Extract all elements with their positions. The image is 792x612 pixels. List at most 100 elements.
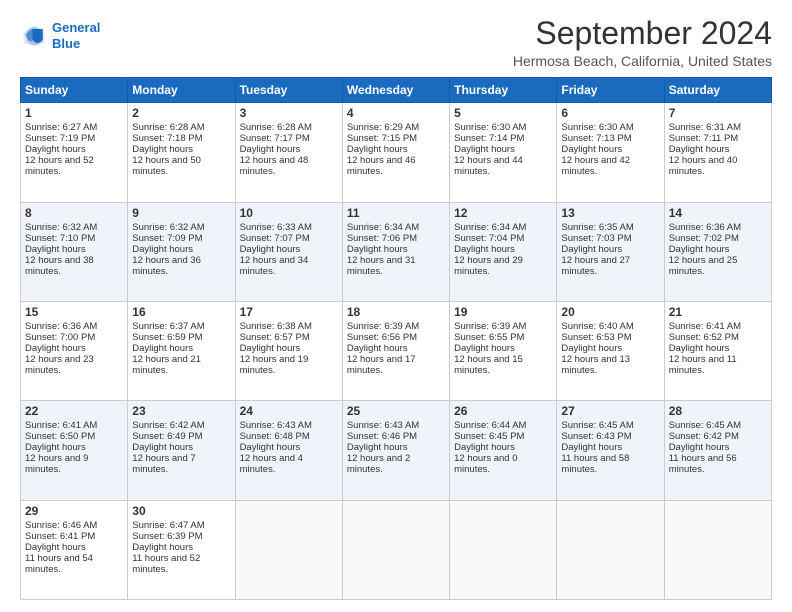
calendar-cell (342, 500, 449, 599)
calendar-cell: 26Sunrise: 6:44 AMSunset: 6:45 PMDayligh… (450, 401, 557, 500)
calendar-cell: 19Sunrise: 6:39 AMSunset: 6:55 PMDayligh… (450, 301, 557, 400)
calendar-cell (235, 500, 342, 599)
calendar-body: 1Sunrise: 6:27 AMSunset: 7:19 PMDaylight… (21, 103, 772, 600)
daylight-label: Daylight hours (240, 144, 301, 155)
day-of-week-header: Sunday (21, 78, 128, 103)
day-number: 13 (561, 206, 659, 220)
day-of-week-header: Wednesday (342, 78, 449, 103)
daylight-label: Daylight hours (347, 244, 408, 255)
day-number: 12 (454, 206, 552, 220)
sunset-text: Sunset: 6:48 PM (240, 431, 310, 442)
sunrise-text: Sunrise: 6:31 AM (669, 122, 741, 133)
title-area: September 2024 Hermosa Beach, California… (513, 16, 772, 69)
daylight-label: Daylight hours (561, 244, 622, 255)
sunrise-text: Sunrise: 6:39 AM (454, 321, 526, 332)
sunset-text: Sunset: 7:13 PM (561, 133, 631, 144)
day-number: 29 (25, 504, 123, 518)
daylight-duration: 12 hours and 27 minutes. (561, 255, 630, 277)
calendar-cell: 10Sunrise: 6:33 AMSunset: 7:07 PMDayligh… (235, 202, 342, 301)
calendar-week-row: 15Sunrise: 6:36 AMSunset: 7:00 PMDayligh… (21, 301, 772, 400)
sunset-text: Sunset: 6:43 PM (561, 431, 631, 442)
day-number: 23 (132, 404, 230, 418)
sunrise-text: Sunrise: 6:29 AM (347, 122, 419, 133)
logo-text: General Blue (52, 20, 100, 51)
daylight-duration: 12 hours and 9 minutes. (25, 453, 88, 475)
sunrise-text: Sunrise: 6:43 AM (347, 420, 419, 431)
daylight-duration: 12 hours and 42 minutes. (561, 155, 630, 177)
sunrise-text: Sunrise: 6:38 AM (240, 321, 312, 332)
sunrise-text: Sunrise: 6:30 AM (561, 122, 633, 133)
day-of-week-header: Thursday (450, 78, 557, 103)
sunrise-text: Sunrise: 6:46 AM (25, 520, 97, 531)
day-number: 18 (347, 305, 445, 319)
daylight-duration: 12 hours and 40 minutes. (669, 155, 738, 177)
daylight-duration: 12 hours and 50 minutes. (132, 155, 201, 177)
calendar-cell: 12Sunrise: 6:34 AMSunset: 7:04 PMDayligh… (450, 202, 557, 301)
day-number: 11 (347, 206, 445, 220)
calendar-week-row: 8Sunrise: 6:32 AMSunset: 7:10 PMDaylight… (21, 202, 772, 301)
daylight-duration: 12 hours and 21 minutes. (132, 354, 201, 376)
daylight-label: Daylight hours (25, 244, 86, 255)
day-number: 3 (240, 106, 338, 120)
daylight-duration: 11 hours and 56 minutes. (669, 453, 737, 475)
day-of-week-header: Friday (557, 78, 664, 103)
daylight-label: Daylight hours (132, 144, 193, 155)
calendar: SundayMondayTuesdayWednesdayThursdayFrid… (20, 77, 772, 600)
daylight-duration: 12 hours and 38 minutes. (25, 255, 94, 277)
calendar-cell: 1Sunrise: 6:27 AMSunset: 7:19 PMDaylight… (21, 103, 128, 202)
daylight-duration: 12 hours and 23 minutes. (25, 354, 94, 376)
daylight-label: Daylight hours (132, 542, 193, 553)
sunset-text: Sunset: 6:57 PM (240, 332, 310, 343)
calendar-cell: 2Sunrise: 6:28 AMSunset: 7:18 PMDaylight… (128, 103, 235, 202)
logo-icon (20, 22, 48, 50)
sunrise-text: Sunrise: 6:36 AM (669, 222, 741, 233)
sunrise-text: Sunrise: 6:33 AM (240, 222, 312, 233)
sunset-text: Sunset: 6:42 PM (669, 431, 739, 442)
sunset-text: Sunset: 6:56 PM (347, 332, 417, 343)
sunset-text: Sunset: 6:53 PM (561, 332, 631, 343)
logo: General Blue (20, 20, 100, 51)
sunrise-text: Sunrise: 6:30 AM (454, 122, 526, 133)
daylight-duration: 11 hours and 58 minutes. (561, 453, 629, 475)
daylight-label: Daylight hours (561, 144, 622, 155)
calendar-cell (450, 500, 557, 599)
daylight-duration: 12 hours and 29 minutes. (454, 255, 523, 277)
daylight-label: Daylight hours (454, 144, 515, 155)
sunrise-text: Sunrise: 6:39 AM (347, 321, 419, 332)
day-number: 7 (669, 106, 767, 120)
sunrise-text: Sunrise: 6:40 AM (561, 321, 633, 332)
sunrise-text: Sunrise: 6:47 AM (132, 520, 204, 531)
sunset-text: Sunset: 7:07 PM (240, 233, 310, 244)
sunrise-text: Sunrise: 6:45 AM (561, 420, 633, 431)
daylight-label: Daylight hours (669, 442, 730, 453)
daylight-label: Daylight hours (25, 343, 86, 354)
day-number: 20 (561, 305, 659, 319)
day-number: 9 (132, 206, 230, 220)
sunset-text: Sunset: 7:10 PM (25, 233, 95, 244)
daylight-label: Daylight hours (25, 144, 86, 155)
daylight-duration: 12 hours and 46 minutes. (347, 155, 416, 177)
daylight-label: Daylight hours (240, 343, 301, 354)
calendar-cell: 17Sunrise: 6:38 AMSunset: 6:57 PMDayligh… (235, 301, 342, 400)
daylight-duration: 11 hours and 52 minutes. (132, 553, 200, 575)
month-title: September 2024 (513, 16, 772, 51)
daylight-label: Daylight hours (454, 442, 515, 453)
daylight-label: Daylight hours (669, 244, 730, 255)
sunrise-text: Sunrise: 6:37 AM (132, 321, 204, 332)
calendar-cell: 23Sunrise: 6:42 AMSunset: 6:49 PMDayligh… (128, 401, 235, 500)
daylight-label: Daylight hours (240, 442, 301, 453)
calendar-cell: 27Sunrise: 6:45 AMSunset: 6:43 PMDayligh… (557, 401, 664, 500)
daylight-label: Daylight hours (132, 343, 193, 354)
calendar-week-row: 29Sunrise: 6:46 AMSunset: 6:41 PMDayligh… (21, 500, 772, 599)
sunrise-text: Sunrise: 6:43 AM (240, 420, 312, 431)
header: General Blue September 2024 Hermosa Beac… (20, 16, 772, 69)
calendar-cell: 28Sunrise: 6:45 AMSunset: 6:42 PMDayligh… (664, 401, 771, 500)
daylight-duration: 12 hours and 31 minutes. (347, 255, 416, 277)
day-number: 10 (240, 206, 338, 220)
sunset-text: Sunset: 7:15 PM (347, 133, 417, 144)
day-number: 28 (669, 404, 767, 418)
daylight-label: Daylight hours (347, 442, 408, 453)
sunrise-text: Sunrise: 6:28 AM (132, 122, 204, 133)
daylight-label: Daylight hours (561, 442, 622, 453)
sunset-text: Sunset: 6:39 PM (132, 531, 202, 542)
